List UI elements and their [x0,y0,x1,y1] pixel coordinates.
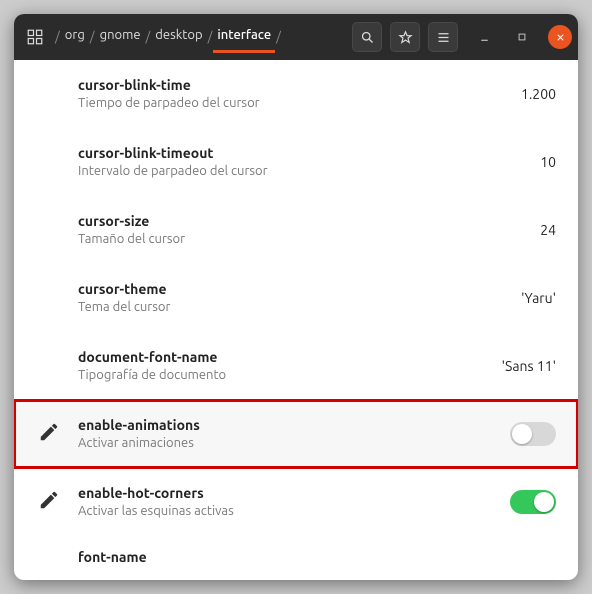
bookmark-button[interactable] [390,22,420,52]
toggle-switch[interactable] [510,490,556,514]
settings-value: 'Yaru' [511,290,556,306]
settings-key: document-font-name [78,349,492,367]
row-text: cursor-themeTema del cursor [78,281,511,316]
breadcrumb-gnome[interactable]: gnome [96,22,145,53]
settings-list: cursor-blink-timeTiempo de parpadeo del … [14,60,578,580]
settings-key: enable-hot-corners [78,485,510,503]
menu-button[interactable] [428,22,458,52]
settings-row[interactable]: cursor-sizeTamaño del cursor24 [14,196,578,264]
breadcrumb-org[interactable]: org [61,22,89,53]
toggle-switch[interactable] [510,422,556,446]
settings-row[interactable]: cursor-blink-timeoutIntervalo de parpade… [14,128,578,196]
settings-description: Tamaño del cursor [78,231,530,247]
settings-row[interactable]: font-name [14,536,578,566]
settings-description: Activar las esquinas activas [78,503,510,519]
modified-indicator [38,421,78,447]
settings-value: 'Sans 11' [492,358,556,374]
settings-description: Tipografía de documento [78,367,492,383]
row-text: cursor-blink-timeTiempo de parpadeo del … [78,77,511,112]
settings-description: Intervalo de parpadeo del cursor [78,163,530,179]
settings-value: 1.200 [511,86,556,102]
pencil-icon [38,489,60,515]
settings-key: cursor-theme [78,281,511,299]
settings-value: 24 [530,222,556,238]
breadcrumb-separator: / [207,30,214,44]
row-text: font-name [78,549,546,566]
pencil-icon [38,421,60,447]
close-button[interactable] [548,25,572,49]
row-text: document-font-nameTipografía de document… [78,349,492,384]
settings-key: font-name [78,549,546,566]
settings-row[interactable]: cursor-blink-timeTiempo de parpadeo del … [14,60,578,128]
breadcrumb: / org / gnome / desktop / interface / [52,22,282,53]
headerbar: / org / gnome / desktop / interface / [14,14,578,60]
breadcrumb-separator: / [54,30,61,44]
settings-description: Tema del cursor [78,299,511,315]
settings-description: Activar animaciones [78,435,510,451]
settings-key: cursor-blink-time [78,77,511,95]
breadcrumb-desktop[interactable]: desktop [151,22,206,53]
settings-row[interactable]: enable-animationsActivar animaciones [14,400,578,468]
settings-key: cursor-size [78,213,530,231]
breadcrumb-interface[interactable]: interface [213,22,275,53]
breadcrumb-separator: / [275,30,282,44]
settings-description: Tiempo de parpadeo del cursor [78,95,511,111]
row-text: cursor-blink-timeoutIntervalo de parpade… [78,145,530,180]
row-text: enable-animationsActivar animaciones [78,417,510,452]
modified-indicator [38,489,78,515]
breadcrumb-separator: / [145,30,152,44]
settings-key: enable-animations [78,417,510,435]
settings-row[interactable]: cursor-themeTema del cursor'Yaru' [14,264,578,332]
row-text: enable-hot-cornersActivar las esquinas a… [78,485,510,520]
settings-row[interactable]: enable-hot-cornersActivar las esquinas a… [14,468,578,536]
search-button[interactable] [352,22,382,52]
maximize-button[interactable] [510,25,534,49]
settings-row[interactable]: document-font-nameTipografía de document… [14,332,578,400]
dconf-icon[interactable] [22,24,48,50]
minimize-button[interactable] [472,25,496,49]
breadcrumb-separator: / [89,30,96,44]
row-text: cursor-sizeTamaño del cursor [78,213,530,248]
settings-key: cursor-blink-timeout [78,145,530,163]
dconf-editor-window: / org / gnome / desktop / interface / [14,14,578,580]
settings-value: 10 [530,154,556,170]
